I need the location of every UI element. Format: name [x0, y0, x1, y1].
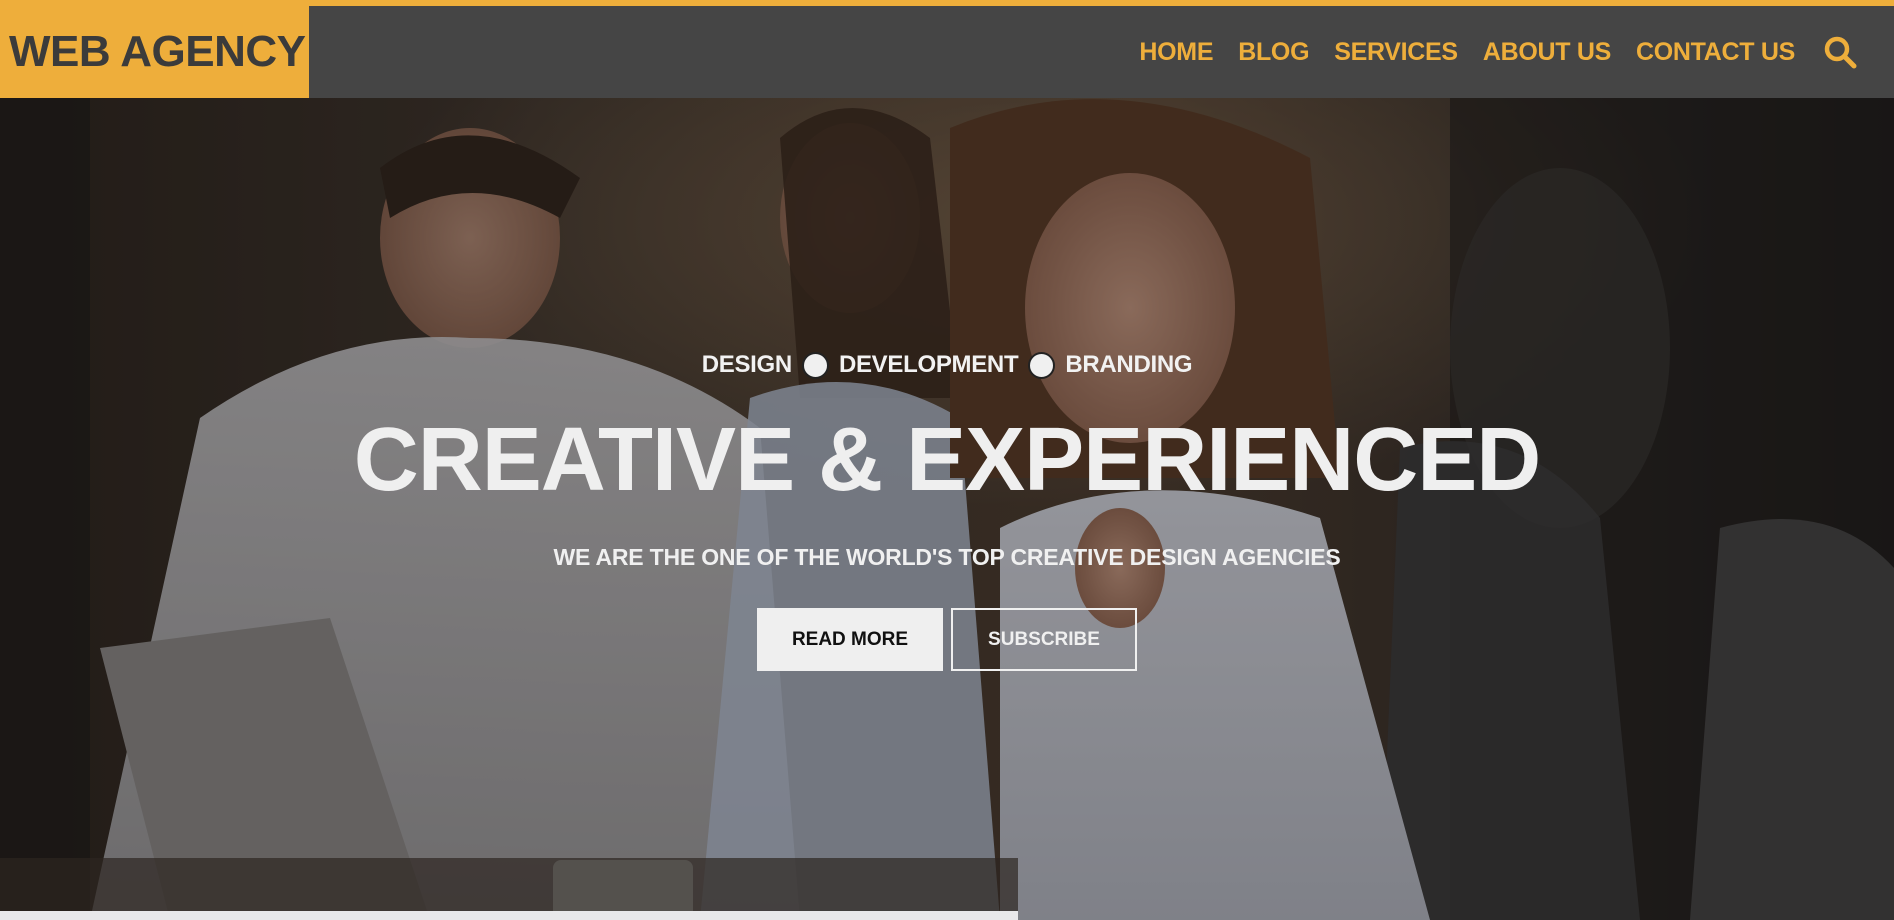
search-icon: [1824, 36, 1857, 69]
site-header: WEB AGENCY HOME BLOG SERVICES ABOUT US C…: [0, 6, 1894, 98]
nav-item-contact-us[interactable]: CONTACT US: [1636, 38, 1795, 67]
nav-item-about-us[interactable]: ABOUT US: [1483, 38, 1611, 67]
subscribe-button[interactable]: SUBSCRIBE: [951, 608, 1137, 671]
read-more-button[interactable]: READ MORE: [757, 608, 943, 671]
dot-separator-icon: [801, 351, 829, 379]
hero-headline: CREATIVE & EXPERIENCED: [353, 410, 1542, 510]
tagline-branding: BRANDING: [1065, 351, 1193, 378]
main-nav: HOME BLOG SERVICES ABOUT US CONTACT US: [1139, 6, 1894, 98]
nav-item-home[interactable]: HOME: [1139, 38, 1213, 67]
bottom-panel-edge: [0, 911, 1018, 920]
hero-subline: WE ARE THE ONE OF THE WORLD'S TOP CREATI…: [553, 544, 1341, 570]
nav-item-services[interactable]: SERVICES: [1334, 38, 1458, 67]
search-button[interactable]: [1820, 32, 1860, 72]
dot-separator-icon: [1028, 351, 1056, 379]
nav-item-blog[interactable]: BLOG: [1238, 38, 1309, 67]
tagline-development: DEVELOPMENT: [838, 351, 1019, 378]
tagline-design: DESIGN: [701, 351, 793, 378]
logo-text: WEB AGENCY: [9, 27, 306, 76]
hero-cta-group: READ MORE SUBSCRIBE: [0, 608, 1894, 671]
hero-tagline: DESIGN DEVELOPMENT BRANDING: [0, 351, 1894, 379]
hero-content: DESIGN DEVELOPMENT BRANDING CREATIVE & E…: [0, 98, 1894, 920]
hero-section: DESIGN DEVELOPMENT BRANDING CREATIVE & E…: [0, 98, 1894, 920]
logo[interactable]: WEB AGENCY: [0, 6, 309, 98]
